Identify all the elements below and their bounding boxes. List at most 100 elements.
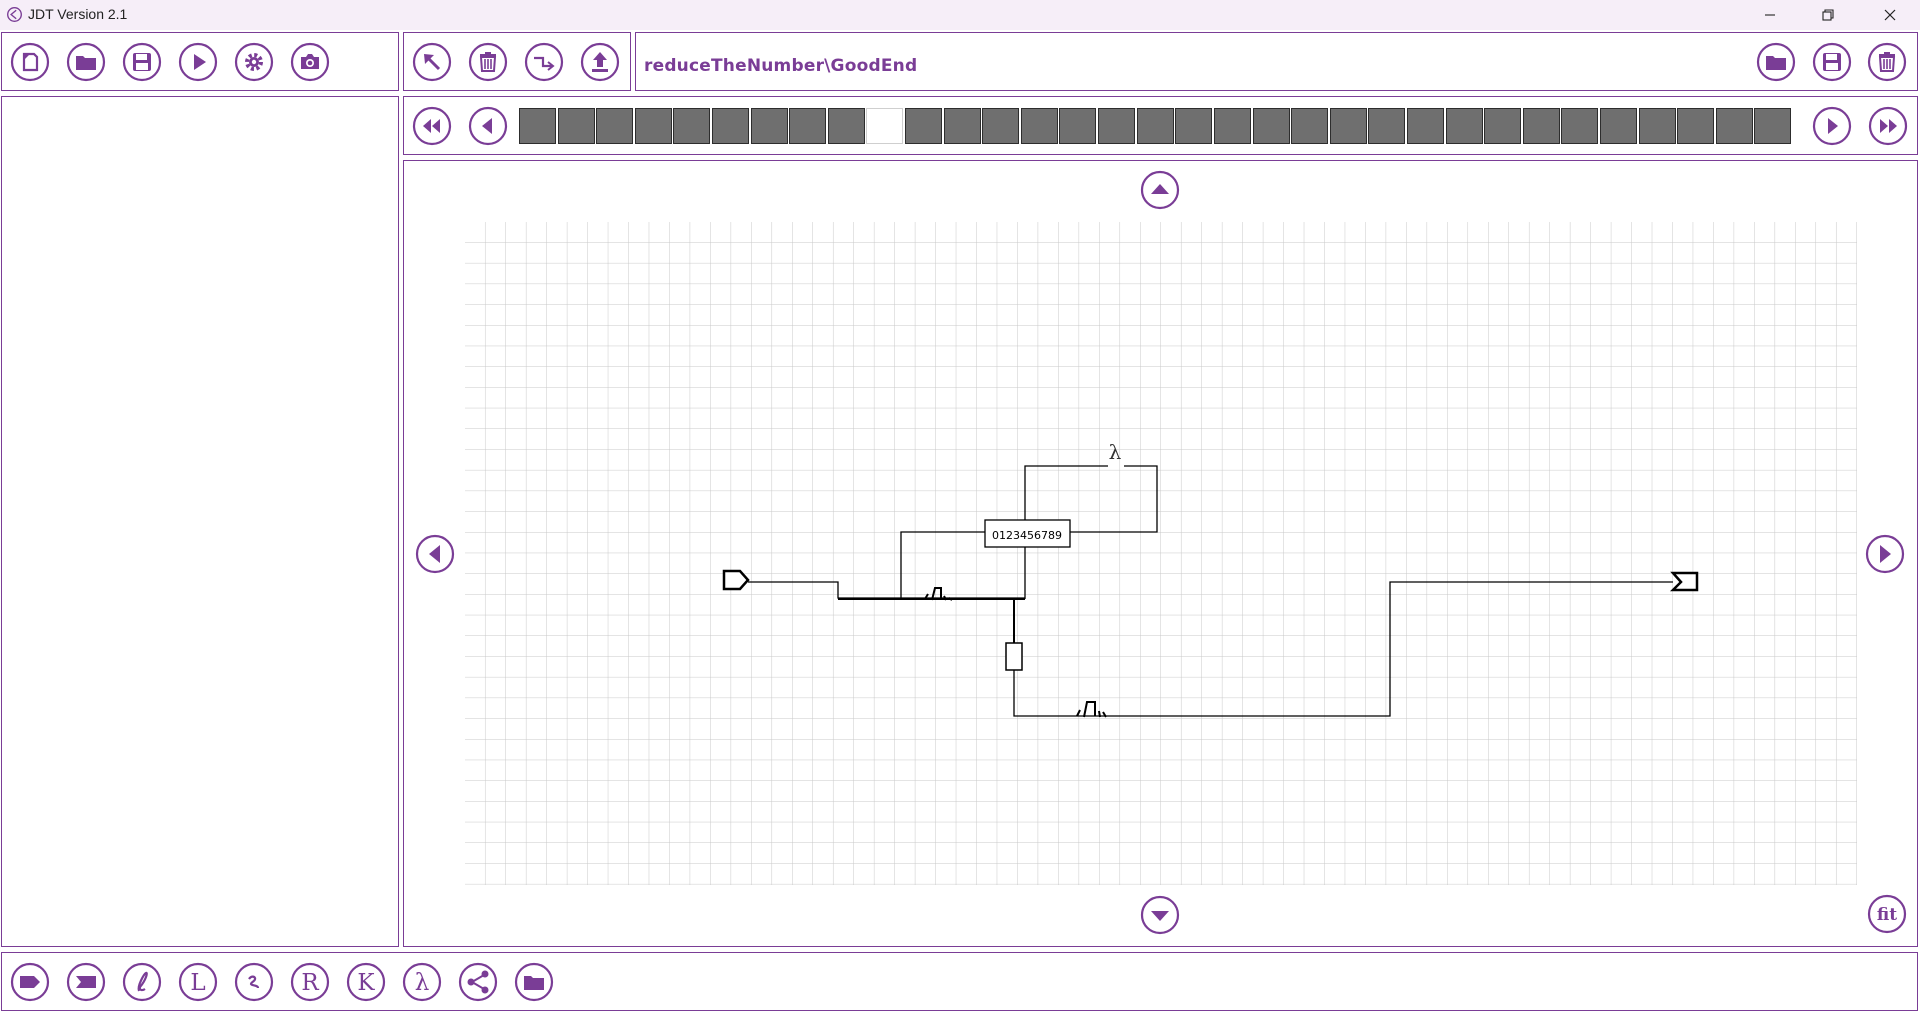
lambda-icon: λ [402, 962, 442, 1002]
timeline-frame[interactable] [789, 108, 826, 144]
share-icon [458, 962, 498, 1002]
minimize-icon [1765, 14, 1775, 16]
timeline-frame[interactable] [635, 108, 672, 144]
r-letter-icon: R [290, 962, 330, 1002]
timeline-frame[interactable] [1098, 108, 1135, 144]
timeline-frame[interactable] [1677, 108, 1714, 144]
restore-button[interactable] [1800, 0, 1856, 30]
file-open-button[interactable] [1756, 42, 1796, 82]
timeline-frame[interactable] [1059, 108, 1096, 144]
timeline-frame[interactable] [1600, 108, 1637, 144]
timeline-frame[interactable] [558, 108, 595, 144]
folder-open-icon [66, 42, 106, 82]
k-letter-button[interactable]: K [346, 962, 386, 1002]
fast-forward-icon [1868, 106, 1908, 146]
timeline-frame[interactable] [519, 108, 556, 144]
folder-button[interactable] [514, 962, 554, 1002]
step-forward-button[interactable] [1812, 106, 1852, 146]
close-button[interactable] [1862, 0, 1918, 30]
pan-up-icon [1140, 170, 1180, 210]
timeline-frame[interactable] [1330, 108, 1367, 144]
fit-button[interactable]: fit [1867, 894, 1907, 934]
fast-forward-button[interactable] [1868, 106, 1908, 146]
l-script-button[interactable] [122, 962, 162, 1002]
screenshot-button[interactable] [290, 42, 330, 82]
bottom-toolbar-panel [1, 952, 1918, 1011]
step-forward-icon [1812, 106, 1852, 146]
timeline-frame[interactable] [1368, 108, 1405, 144]
folder-open-icon [514, 962, 554, 1002]
gear-icon [234, 42, 274, 82]
timeline-frame[interactable] [1137, 108, 1174, 144]
pan-down-icon [1140, 895, 1180, 935]
pan-up-button[interactable] [1140, 170, 1180, 210]
window-title: JDT Version 2.1 [28, 6, 128, 22]
open-button[interactable] [66, 42, 106, 82]
timeline-frame[interactable] [1523, 108, 1560, 144]
pan-left-icon [415, 534, 455, 574]
file-delete-button[interactable] [1867, 42, 1907, 82]
save-button[interactable] [122, 42, 162, 82]
timeline-frame[interactable] [1484, 108, 1521, 144]
timeline-frame[interactable] [1639, 108, 1676, 144]
r-letter-button[interactable]: R [290, 962, 330, 1002]
play-icon [178, 42, 218, 82]
settings-button[interactable] [234, 42, 274, 82]
timeline-frame[interactable] [905, 108, 942, 144]
svg-text:L: L [190, 970, 205, 996]
timeline-frame[interactable] [596, 108, 633, 144]
timeline-frame[interactable] [982, 108, 1019, 144]
diagram-canvas[interactable]: 0123456789 λ [465, 222, 1857, 885]
restore-icon [1822, 9, 1834, 21]
timeline-frame[interactable] [1021, 108, 1058, 144]
timeline-frame[interactable] [944, 108, 981, 144]
timeline-frame[interactable] [1716, 108, 1753, 144]
timeline-frame[interactable] [1291, 108, 1328, 144]
timeline-frame[interactable] [673, 108, 710, 144]
rewind-button[interactable] [412, 106, 452, 146]
pan-down-button[interactable] [1140, 895, 1180, 935]
arrow-up-left-icon [412, 42, 452, 82]
timeline-frame[interactable] [1754, 108, 1791, 144]
l-letter-icon: L [178, 962, 218, 1002]
timeline-frame[interactable] [1253, 108, 1290, 144]
timeline-frame[interactable] [751, 108, 788, 144]
timeline-frame[interactable] [1214, 108, 1251, 144]
minimize-button[interactable] [1742, 0, 1798, 30]
share-button[interactable] [458, 962, 498, 1002]
file-save-button[interactable] [1812, 42, 1852, 82]
r-script-button[interactable] [234, 962, 274, 1002]
lambda-label: λ [1109, 440, 1122, 464]
upload-button[interactable] [580, 42, 620, 82]
pan-left-button[interactable] [415, 534, 455, 574]
new-file-icon [10, 42, 50, 82]
save-icon [122, 42, 162, 82]
title-bar: JDT Version 2.1 [0, 0, 1920, 30]
step-back-button[interactable] [468, 106, 508, 146]
save-icon [1812, 42, 1852, 82]
new-button[interactable] [10, 42, 50, 82]
run-button[interactable] [178, 42, 218, 82]
side-panel [1, 96, 399, 947]
k-letter-icon: K [346, 962, 386, 1002]
start-state-button[interactable] [10, 962, 50, 1002]
route-button[interactable] [524, 42, 564, 82]
timeline-frame[interactable] [1407, 108, 1444, 144]
grid-background [465, 222, 1857, 885]
l-letter-button[interactable]: L [178, 962, 218, 1002]
svg-text:λ: λ [415, 970, 430, 996]
timeline-frame[interactable] [866, 108, 903, 144]
timeline-frame[interactable] [828, 108, 865, 144]
lambda-button[interactable]: λ [402, 962, 442, 1002]
timeline-frame[interactable] [1561, 108, 1598, 144]
pan-right-button[interactable] [1865, 534, 1905, 574]
register-box [1005, 642, 1023, 671]
timeline-frame[interactable] [1175, 108, 1212, 144]
select-button[interactable] [412, 42, 452, 82]
timeline-frame[interactable] [1446, 108, 1483, 144]
timeline-frame[interactable] [712, 108, 749, 144]
delete-button[interactable] [468, 42, 508, 82]
end-state-icon [66, 962, 106, 1002]
end-state-button[interactable] [66, 962, 106, 1002]
r-script-icon [234, 962, 274, 1002]
